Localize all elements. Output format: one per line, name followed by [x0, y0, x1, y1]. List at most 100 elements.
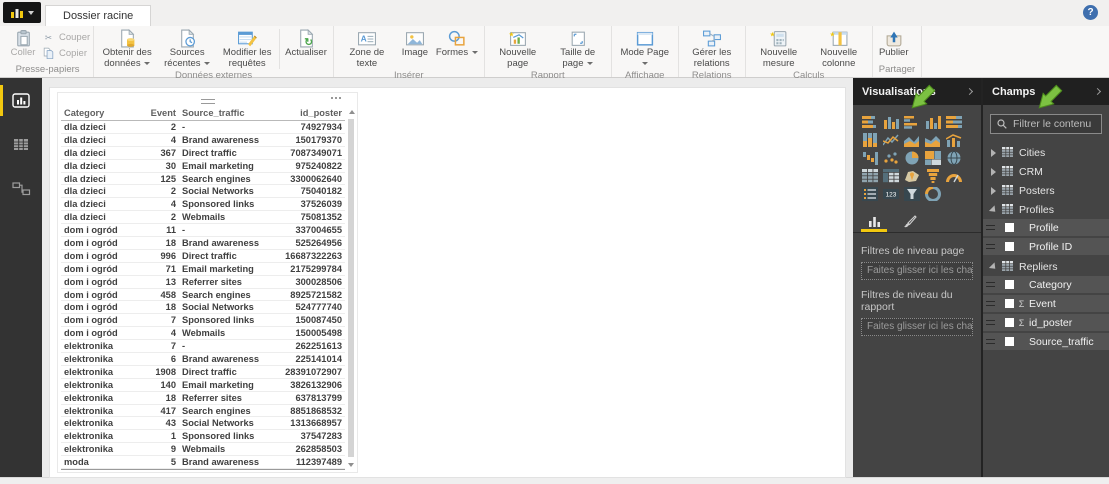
drag-handle-icon[interactable]	[986, 339, 995, 344]
viz-icon-filled-map[interactable]	[946, 151, 962, 165]
table-row[interactable]: dom i ogród458Search engines8925721582	[61, 289, 345, 302]
table-row[interactable]: dla dzieci125Search engines3300062640	[61, 173, 345, 186]
field-table-repliers[interactable]: Repliers	[983, 257, 1109, 276]
viz-icon-donut-chart[interactable]	[925, 187, 941, 201]
viz-icon-treemap[interactable]	[925, 151, 941, 165]
sidebar-item-report-view[interactable]	[0, 87, 42, 114]
g-rer-les-relations-button[interactable]: Gérer les relations	[682, 28, 742, 70]
sidebar-item-data-view[interactable]	[0, 131, 42, 158]
visual-drag-handle-icon[interactable]	[201, 99, 215, 104]
table-row[interactable]: dla dzieci30Email marketing975240822	[61, 160, 345, 173]
collapse-chevron-icon[interactable]	[989, 262, 998, 271]
coller-button[interactable]: Coller	[5, 28, 41, 60]
copier-button[interactable]: Copier	[41, 45, 90, 61]
field-checkbox[interactable]	[1005, 242, 1014, 251]
drag-handle-icon[interactable]	[986, 244, 995, 249]
ribbon-tab-dossier-racine[interactable]: Dossier racine	[45, 5, 151, 26]
table-row[interactable]: dom i ogród996Direct traffic16687322263	[61, 250, 345, 263]
field-item-event[interactable]: ΣEvent	[983, 295, 1109, 312]
visual-more-options-icon[interactable]	[331, 97, 341, 99]
viz-icon-stacked-area-chart[interactable]	[925, 133, 941, 147]
field-item-source-traffic[interactable]: Source_traffic	[983, 333, 1109, 350]
field-item-profile-id[interactable]: Profile ID	[983, 238, 1109, 255]
table-row[interactable]: dom i ogród18Brand awareness525264956	[61, 237, 345, 250]
collapse-pane-chevron-icon[interactable]	[1094, 88, 1101, 95]
table-total-row[interactable]: Total23406374964102824	[61, 469, 345, 471]
table-row[interactable]: dla dzieci367Direct traffic7087349071	[61, 147, 345, 160]
table-row[interactable]: elektronika43Social Networks1313668957	[61, 417, 345, 430]
expand-chevron-icon[interactable]	[991, 168, 996, 176]
viz-icon-line-chart[interactable]	[883, 133, 899, 147]
viz-icon-line-and-column-chart[interactable]	[946, 133, 962, 147]
sources-r-centes-button[interactable]: Sources récentes	[157, 28, 217, 70]
table-row[interactable]: dom i ogród11-337004655	[61, 224, 345, 237]
couper-button[interactable]: ✂Couper	[41, 29, 90, 45]
field-search-input[interactable]: Filtrer le contenu	[990, 114, 1102, 134]
table-row[interactable]: dom i ogród71Email marketing2175299784	[61, 263, 345, 276]
table-row[interactable]: elektronika18Referrer sites637813799	[61, 392, 345, 405]
scrollbar-thumb[interactable]	[348, 119, 354, 457]
scroll-down-icon[interactable]	[348, 463, 354, 467]
table-visual[interactable]: CategoryEventSource_trafficid_posterdla …	[57, 92, 358, 473]
table-row[interactable]: elektronika140Email marketing3826132906	[61, 379, 345, 392]
field-item-category[interactable]: Category	[983, 276, 1109, 293]
table-row[interactable]: dla dzieci2Social Networks75040182	[61, 185, 345, 198]
field-table-posters[interactable]: Posters	[983, 181, 1109, 200]
table-row[interactable]: dla dzieci2Webmails75081352	[61, 211, 345, 224]
file-menu-button[interactable]	[3, 2, 41, 23]
nouvelle-mesure-button[interactable]: ★Nouvelle mesure	[749, 28, 809, 70]
table-row[interactable]: dom i ogród13Referrer sites300028506	[61, 276, 345, 289]
nouvelle-colonne-button[interactable]: ★Nouvelle colonne	[809, 28, 869, 70]
drag-handle-icon[interactable]	[986, 320, 995, 325]
viz-icon-gauge[interactable]	[946, 169, 962, 183]
nouvelle-page-button[interactable]: ★Nouvelle page	[488, 28, 548, 70]
publier-button[interactable]: Publier	[876, 28, 912, 60]
formes-button[interactable]: Formes	[433, 28, 481, 60]
field-checkbox[interactable]	[1005, 299, 1014, 308]
table-row[interactable]: dla dzieci2-74927934	[61, 121, 345, 134]
table-row[interactable]: elektronika1908Direct traffic28391072907	[61, 366, 345, 379]
expand-chevron-icon[interactable]	[991, 187, 996, 195]
table-row[interactable]: elektronika7-262251613	[61, 340, 345, 353]
obtenir-des-donn-es-button[interactable]: Obtenir des données	[97, 28, 157, 70]
table-row[interactable]: elektronika6Brand awareness225141014	[61, 353, 345, 366]
viz-icon-stacked-bar-chart[interactable]	[862, 115, 878, 129]
field-item-id-poster[interactable]: Σid_poster	[983, 314, 1109, 331]
report-canvas[interactable]: CategoryEventSource_trafficid_posterdla …	[42, 78, 853, 477]
drag-handle-icon[interactable]	[986, 282, 995, 287]
viz-icon-map[interactable]	[904, 169, 920, 183]
viz-icon-100-stacked-column-chart[interactable]	[862, 133, 878, 147]
zone-de-texte-button[interactable]: AZone de texte	[337, 28, 397, 70]
collapse-pane-chevron-icon[interactable]	[966, 88, 973, 95]
viz-icon-pie-chart[interactable]	[904, 151, 920, 165]
report-page[interactable]: CategoryEventSource_trafficid_posterdla …	[50, 88, 845, 477]
field-checkbox[interactable]	[1005, 318, 1014, 327]
viz-icon-card[interactable]: 123	[883, 187, 899, 201]
field-table-crm[interactable]: CRM	[983, 162, 1109, 181]
taille-de-page-button[interactable]: Taille de page	[548, 28, 608, 70]
viz-icon-matrix[interactable]	[883, 169, 899, 183]
drag-handle-icon[interactable]	[986, 225, 995, 230]
viz-icon-waterfall-chart[interactable]	[862, 151, 878, 165]
table-row[interactable]: moda5Brand awareness112397489	[61, 456, 345, 469]
filter-drop-zone[interactable]: Faites glisser ici les champs...	[861, 262, 973, 280]
viz-icon-multi-row-card[interactable]	[862, 187, 878, 201]
image-button[interactable]: Image	[397, 28, 433, 60]
table-scrollbar[interactable]	[347, 108, 356, 470]
scroll-up-icon[interactable]	[349, 110, 355, 114]
viz-icon-table[interactable]	[862, 169, 878, 183]
table-row[interactable]: elektronika9Webmails262858503	[61, 443, 345, 456]
actualiser-button[interactable]: ↻Actualiser	[282, 28, 330, 60]
viz-icon-clustered-bar-chart[interactable]	[904, 115, 920, 129]
mode-page-button[interactable]: Mode Page	[615, 28, 675, 70]
table-row[interactable]: dom i ogród18Social Networks524777740	[61, 301, 345, 314]
viz-icon-funnel[interactable]	[925, 169, 941, 183]
viz-icon-area-chart[interactable]	[904, 133, 920, 147]
viz-pane-tab-fields[interactable]	[864, 211, 884, 232]
table-row[interactable]: dom i ogród7Sponsored links150087450	[61, 314, 345, 327]
viz-icon-column-chart[interactable]	[925, 115, 941, 129]
filter-drop-zone[interactable]: Faites glisser ici les champs...	[861, 318, 973, 336]
table-row[interactable]: dom i ogród4Webmails150005498	[61, 327, 345, 340]
viz-icon-scatter-chart[interactable]	[883, 151, 899, 165]
table-row[interactable]: elektronika1Sponsored links37547283	[61, 430, 345, 443]
